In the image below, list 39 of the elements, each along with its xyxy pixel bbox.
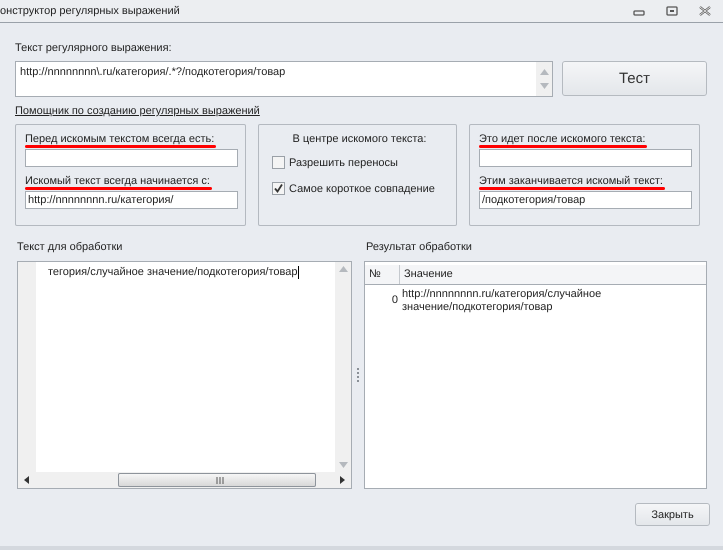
text-editor[interactable]: тегория/случайное значение/подкотегория/товар: [17, 261, 352, 489]
regex-label: Текст регулярного выражения:: [15, 42, 173, 54]
close-button[interactable]: Закрыть: [635, 503, 710, 526]
scrollbar[interactable]: [335, 262, 351, 472]
editor-text: тегория/случайное значение/подкотегория/товар: [48, 266, 298, 280]
result-label: Результат обработки: [366, 241, 473, 253]
test-button[interactable]: Тест: [562, 61, 707, 96]
scroll-thumb[interactable]: [118, 473, 316, 487]
checkbox-label: Самое короткое совпадение: [289, 182, 435, 194]
close-icon[interactable]: [699, 6, 711, 16]
checkbox[interactable]: [272, 182, 285, 195]
text-field[interactable]: /подкотегория/товар: [479, 191, 692, 209]
column-header[interactable]: №: [365, 265, 400, 284]
table-cell-text: http://nnnnnnnn.ru/категория/случайное значение/подкотегория/товар: [401, 288, 602, 314]
field-label: Это идет после искомого текста:: [479, 133, 646, 145]
scroll-down-icon[interactable]: [540, 83, 548, 89]
regex-value: http://nnnnnnnn\.ru/категория/.*?/подкотегория/товар: [19, 65, 286, 80]
column-header[interactable]: Значение: [400, 265, 457, 284]
checkbox-label: Разрешить переносы: [289, 156, 398, 168]
field-label: Этим заканчивается искомый текст:: [479, 175, 663, 187]
field-label: Искомый текст всегда начинается с:: [25, 175, 210, 187]
text-field[interactable]: [25, 149, 238, 167]
scroll-up-icon[interactable]: [540, 69, 548, 75]
checkbox[interactable]: [272, 156, 285, 169]
window-title: онструктор регулярных выражений: [0, 5, 180, 17]
text-field[interactable]: [479, 149, 692, 167]
table-cell-text: 0: [390, 293, 399, 308]
scroll-left-icon[interactable]: [24, 476, 29, 484]
scroll-down-icon[interactable]: [338, 462, 348, 468]
input-label: Текст для обработки: [17, 241, 124, 253]
regex-field[interactable]: http://nnnnnnnn\.ru/категория/.*?/подкотегория/товар: [15, 61, 553, 97]
group-title: В центре искомого текста:: [292, 133, 426, 145]
helper-link[interactable]: Помощник по созданию регулярных выражений: [15, 105, 260, 117]
scroll-up-icon[interactable]: [338, 266, 348, 272]
field-label: Перед искомым текстом всегда есть:: [25, 133, 214, 145]
scrollbar[interactable]: [536, 62, 552, 96]
text-field[interactable]: http://nnnnnnnn.ru/категория/: [25, 191, 238, 209]
scroll-right-icon[interactable]: [340, 476, 345, 484]
maximize-icon[interactable]: [666, 6, 678, 16]
